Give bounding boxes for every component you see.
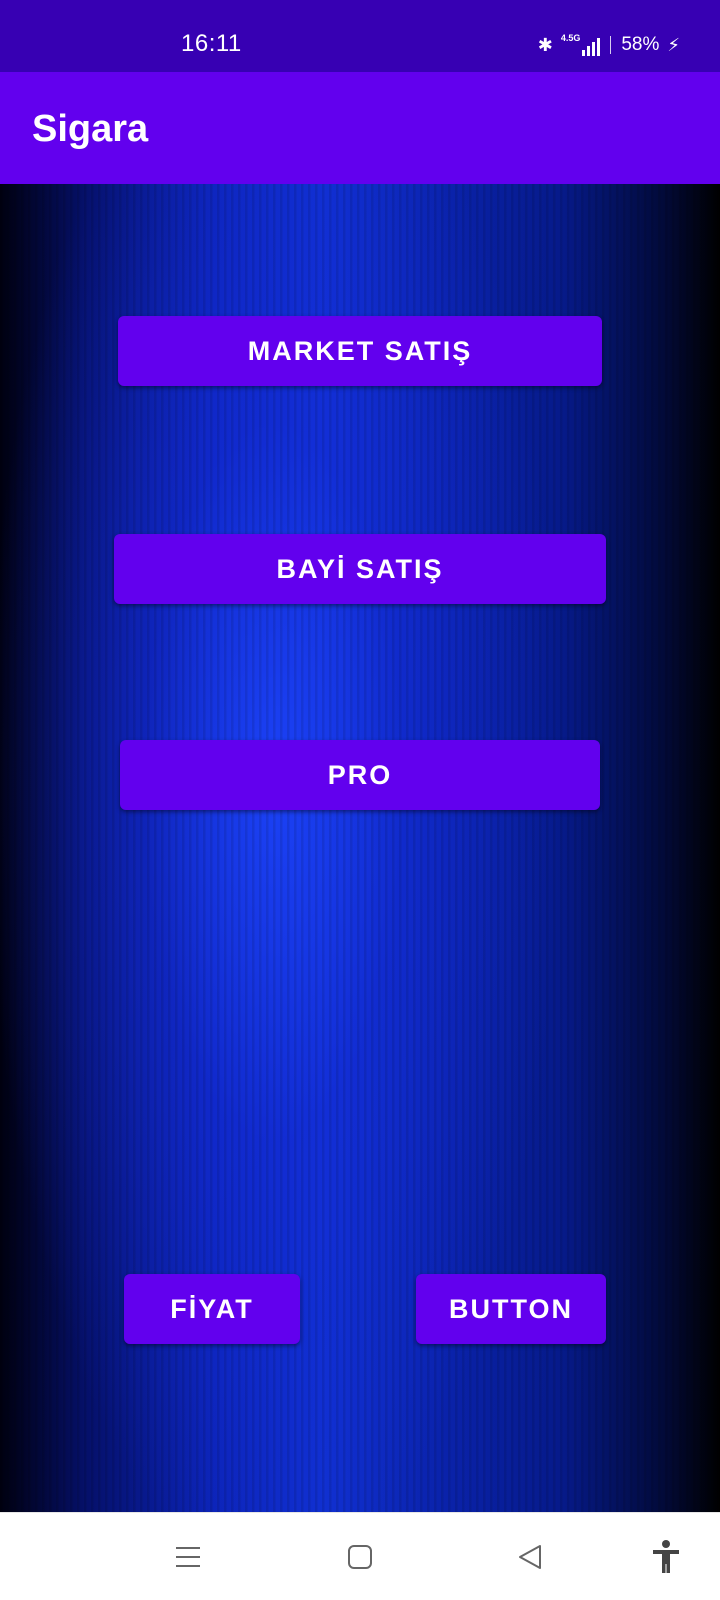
accessibility-icon[interactable] [646, 1537, 686, 1577]
menu-icon[interactable] [168, 1537, 208, 1577]
status-divider [610, 36, 612, 54]
phone-screen: 16:11 ✱ 4.5G 58% ⚡ Sigara MARKET SATIŞ B… [0, 0, 720, 1600]
bluetooth-icon: ✱ [537, 34, 553, 55]
signal-icon: 4.5G [561, 34, 601, 56]
navigation-bar [0, 1512, 720, 1600]
network-type-label: 4.5G [560, 33, 581, 43]
app-bar: Sigara [0, 72, 720, 184]
market-satis-button[interactable]: MARKET SATIŞ [118, 316, 602, 386]
fiyat-button[interactable]: FİYAT [124, 1274, 300, 1344]
battery-percent: 58% [621, 34, 660, 55]
status-time: 16:11 [181, 30, 242, 57]
back-icon[interactable] [510, 1537, 550, 1577]
status-icons: ✱ 4.5G 58% ⚡ [538, 30, 680, 60]
charging-icon: ⚡ [667, 34, 680, 55]
home-icon[interactable] [340, 1537, 380, 1577]
app-title: Sigara [32, 108, 149, 150]
status-bar: 16:11 ✱ 4.5G 58% ⚡ [0, 0, 720, 72]
main-content: MARKET SATIŞ BAYİ SATIŞ PRO FİYAT BUTTON [0, 184, 720, 1512]
bayi-satis-button[interactable]: BAYİ SATIŞ [114, 534, 606, 604]
generic-button[interactable]: BUTTON [416, 1274, 606, 1344]
pro-button[interactable]: PRO [120, 740, 600, 810]
